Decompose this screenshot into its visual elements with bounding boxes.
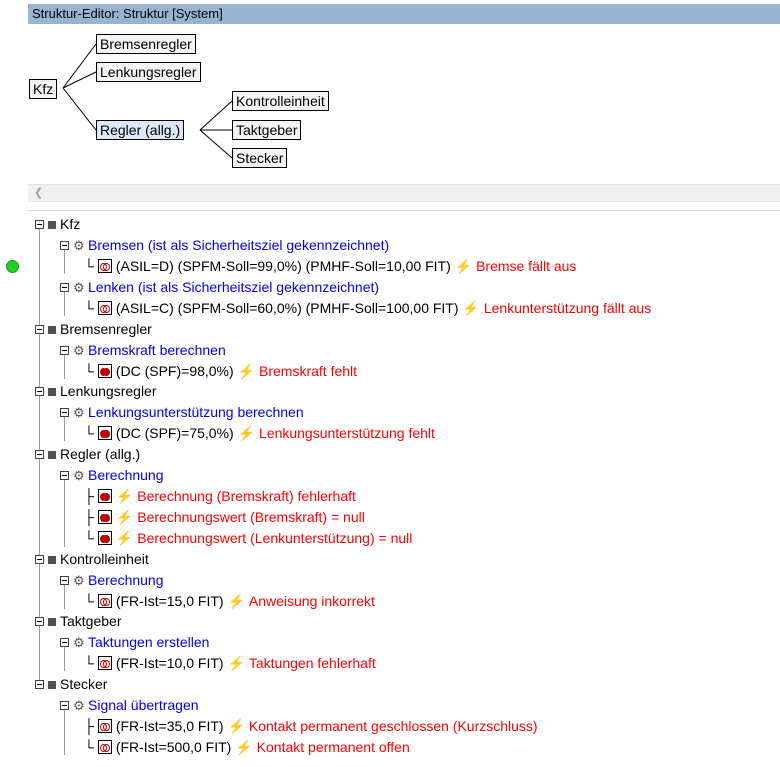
tree-function-bremsen[interactable]: ⚙ Bremsen (ist als Sicherheitsziel gekenn… bbox=[73, 235, 389, 256]
tree-failure-item[interactable]: └ (FR-Ist=500,0 FIT) ⚡ Kontakt permanent … bbox=[84, 737, 410, 758]
function-icon: ⚙ bbox=[73, 343, 85, 358]
collapse-toggle[interactable] bbox=[35, 387, 44, 396]
function-icon: ⚙ bbox=[73, 698, 85, 713]
diagram-node-regler[interactable]: Regler (allg.) bbox=[96, 120, 185, 140]
tree-failure-item[interactable]: └ (ASIL=D) (SPFM-Soll=99,0%) (PMHF-Soll=… bbox=[84, 256, 576, 277]
tree-guide-line bbox=[64, 705, 65, 755]
failure-mode-icon bbox=[97, 719, 112, 733]
tree-failure-item[interactable]: └ (DC (SPF)=75,0%) ⚡ Lenkungsunterstützun… bbox=[84, 423, 435, 444]
horizontal-scrollbar[interactable]: ❮ bbox=[28, 184, 780, 202]
tree-node-kfz[interactable]: Kfz bbox=[48, 214, 80, 235]
collapse-toggle[interactable] bbox=[35, 617, 44, 626]
diagram-node-taktgeber[interactable]: Taktgeber bbox=[232, 120, 302, 140]
lightning-icon: ⚡ bbox=[115, 530, 134, 546]
tree-node-stecker[interactable]: Stecker bbox=[48, 674, 107, 695]
tree-function[interactable]: ⚙ Lenkungsunterstützung berechnen bbox=[73, 402, 304, 423]
collapse-toggle[interactable] bbox=[60, 471, 69, 480]
tree-function[interactable]: ⚙ Signal übertragen bbox=[73, 695, 199, 716]
lightning-icon: ⚡ bbox=[237, 425, 255, 441]
failure-mode-icon bbox=[97, 740, 112, 754]
component-icon bbox=[48, 681, 56, 689]
failure-mode-icon bbox=[97, 489, 112, 503]
component-icon bbox=[48, 388, 56, 396]
collapse-toggle[interactable] bbox=[35, 680, 44, 689]
tree-failure-item[interactable]: ├ ⚡ Berechnungswert (Bremskraft) = null bbox=[84, 507, 365, 528]
function-icon: ⚙ bbox=[73, 238, 85, 253]
function-icon: ⚙ bbox=[73, 635, 85, 650]
collapse-toggle[interactable] bbox=[60, 283, 69, 292]
failure-mode-icon bbox=[97, 259, 112, 273]
tree-node-regler[interactable]: Regler (allg.) bbox=[48, 444, 140, 465]
tree-failure-item[interactable]: └ (DC (SPF)=98,0%) ⚡ Bremskraft fehlt bbox=[84, 361, 357, 382]
tree-guide-line bbox=[64, 475, 65, 547]
collapse-toggle[interactable] bbox=[60, 408, 69, 417]
failure-mode-icon bbox=[97, 656, 112, 670]
diagram-node-kfz[interactable]: Kfz bbox=[29, 79, 58, 99]
function-icon: ⚙ bbox=[73, 280, 85, 295]
tree-function-lenken[interactable]: ⚙ Lenken (ist als Sicherheitsziel gekennz… bbox=[73, 277, 379, 298]
tree-failure-item[interactable]: ├ ⚡ Berechnung (Bremskraft) fehlerhaft bbox=[84, 486, 356, 507]
failure-mode-icon bbox=[97, 531, 112, 545]
function-icon: ⚙ bbox=[73, 573, 85, 588]
lightning-icon: ⚡ bbox=[462, 300, 480, 316]
collapse-toggle[interactable] bbox=[60, 576, 69, 585]
tree-node-taktgeber[interactable]: Taktgeber bbox=[48, 611, 121, 632]
structure-tree: Kfz ⚙ Bremsen (ist als Sicherheitsziel ge… bbox=[0, 214, 780, 767]
tree-failure-item[interactable]: └ ⚡ Berechnungswert (Lenkunterstützung) =… bbox=[84, 528, 412, 549]
collapse-toggle[interactable] bbox=[35, 325, 44, 334]
structure-diagram: Kfz Bremsenregler Lenkungsregler Regler … bbox=[0, 24, 780, 184]
collapse-toggle[interactable] bbox=[35, 555, 44, 564]
lightning-icon: ⚡ bbox=[227, 655, 245, 671]
component-icon bbox=[48, 556, 56, 564]
collapse-toggle[interactable] bbox=[35, 450, 44, 459]
tree-function[interactable]: ⚙ Berechnung bbox=[73, 465, 164, 486]
lightning-icon: ⚡ bbox=[237, 363, 255, 379]
collapse-toggle[interactable] bbox=[60, 638, 69, 647]
diagram-node-stecker[interactable]: Stecker bbox=[232, 148, 288, 168]
component-icon bbox=[48, 451, 56, 459]
tree-node-bremsenregler[interactable]: Bremsenregler bbox=[48, 319, 152, 340]
collapse-toggle[interactable] bbox=[60, 346, 69, 355]
function-icon: ⚙ bbox=[73, 468, 85, 483]
tree-failure-item[interactable]: └ (ASIL=C) (SPFM-Soll=60,0%) (PMHF-Soll=… bbox=[84, 298, 651, 319]
tree-node-lenkungsregler[interactable]: Lenkungsregler bbox=[48, 381, 157, 402]
tree-function[interactable]: ⚙ Berechnung bbox=[73, 570, 164, 591]
tree-function[interactable]: ⚙ Bremskraft berechnen bbox=[73, 340, 226, 361]
lightning-icon: ⚡ bbox=[235, 739, 253, 755]
failure-mode-icon bbox=[97, 301, 112, 315]
collapse-toggle[interactable] bbox=[35, 220, 44, 229]
lightning-icon: ⚡ bbox=[227, 593, 245, 609]
failure-mode-icon bbox=[97, 510, 112, 524]
failure-mode-icon bbox=[97, 426, 112, 440]
tree-failure-item[interactable]: ├ (FR-Ist=35,0 FIT) ⚡ Kontakt permanent g… bbox=[84, 716, 538, 737]
failure-mode-icon bbox=[97, 364, 112, 378]
diagram-node-lenkungsregler[interactable]: Lenkungsregler bbox=[96, 62, 201, 82]
tree-failure-item[interactable]: └ (FR-Ist=15,0 FIT) ⚡ Anweisung inkorrekt bbox=[84, 591, 375, 612]
collapse-toggle[interactable] bbox=[60, 241, 69, 250]
component-icon bbox=[48, 221, 56, 229]
window-title: Struktur-Editor: Struktur [System] bbox=[28, 4, 780, 24]
pane-divider bbox=[28, 210, 780, 211]
lightning-icon: ⚡ bbox=[227, 718, 245, 734]
failure-mode-icon bbox=[97, 594, 112, 608]
function-icon: ⚙ bbox=[73, 405, 85, 420]
lightning-icon: ⚡ bbox=[115, 509, 134, 525]
tree-function[interactable]: ⚙ Taktungen erstellen bbox=[73, 632, 209, 653]
tree-failure-item[interactable]: └ (FR-Ist=10,0 FIT) ⚡ Taktungen fehlerhaf… bbox=[84, 653, 376, 674]
component-icon bbox=[48, 326, 56, 334]
diagram-node-bremsenregler[interactable]: Bremsenregler bbox=[96, 34, 196, 54]
component-icon bbox=[48, 618, 56, 626]
collapse-toggle[interactable] bbox=[60, 701, 69, 710]
lightning-icon: ⚡ bbox=[454, 258, 473, 274]
chevron-left-icon[interactable]: ❮ bbox=[34, 186, 43, 199]
tree-node-kontrolleinheit[interactable]: Kontrolleinheit bbox=[48, 549, 149, 570]
lightning-icon: ⚡ bbox=[115, 488, 134, 504]
diagram-node-kontrolleinheit[interactable]: Kontrolleinheit bbox=[232, 91, 329, 111]
